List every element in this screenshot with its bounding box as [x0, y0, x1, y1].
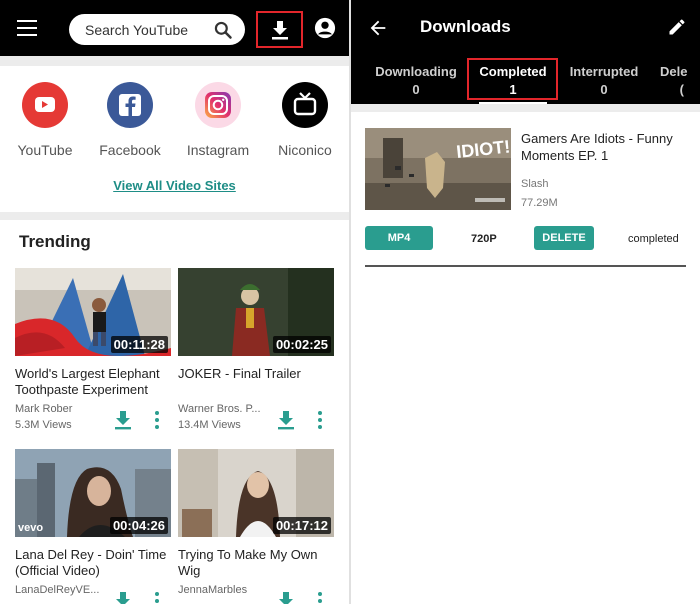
trending-heading: Trending — [19, 232, 91, 251]
video-views: 13.4M Views — [178, 419, 241, 431]
downloads-panel: Downloads Downloading 0 Completed 1 Inte… — [351, 0, 700, 604]
video-card: vevo 00:04:26 Lana Del Rey - Doin' Time … — [15, 449, 171, 604]
tab-deleted[interactable]: Dele ( — [660, 64, 700, 97]
video-card: 00:02:25 JOKER - Final Trailer Warner Br… — [178, 268, 334, 443]
video-duration: 00:11:28 — [110, 336, 168, 353]
video-thumbnail[interactable]: 00:17:12 — [178, 449, 334, 537]
download-icon[interactable] — [114, 410, 132, 430]
video-duration: 00:04:26 — [109, 517, 168, 534]
download-author: Slash — [521, 178, 549, 190]
video-channel: Mark Rober — [15, 403, 73, 415]
top-bar — [0, 0, 349, 56]
instagram-icon — [195, 82, 241, 128]
download-size: 77.29M — [521, 197, 558, 209]
video-channel: LanaDelReyVE... — [15, 584, 100, 596]
more-options-icon[interactable] — [317, 411, 323, 429]
separator — [0, 56, 349, 66]
tab-label: Downloading — [375, 64, 457, 79]
youtube-icon — [22, 82, 68, 128]
site-label: YouTube — [17, 142, 73, 158]
more-options-icon[interactable] — [154, 592, 160, 604]
tab-interrupted[interactable]: Interrupted 0 — [566, 64, 642, 97]
site-label: Instagram — [186, 142, 250, 158]
site-niconico[interactable]: Niconico — [260, 82, 349, 158]
menu-icon[interactable] — [17, 20, 37, 36]
format-button[interactable]: MP4 — [365, 226, 433, 250]
video-sites: YouTube Facebook Instagram Niconico View… — [0, 66, 349, 212]
progress-line — [365, 265, 686, 267]
delete-button[interactable]: DELETE — [534, 226, 594, 250]
download-thumbnail[interactable]: IDIOT! — [365, 128, 511, 210]
download-icon[interactable] — [114, 591, 132, 604]
video-card: 00:11:28 World's Largest Elephant Toothp… — [15, 268, 171, 443]
browser-panel: YouTube Facebook Instagram Niconico View… — [0, 0, 349, 604]
downloads-top-bar: Downloads — [351, 0, 700, 56]
download-button[interactable] — [256, 11, 303, 48]
tab-count: 0 — [412, 82, 420, 97]
site-label: Facebook — [99, 142, 161, 158]
tab-highlight-box — [467, 58, 558, 100]
video-title[interactable]: Trying To Make My Own Wig — [178, 547, 334, 579]
separator — [0, 212, 349, 220]
download-icon[interactable] — [277, 591, 295, 604]
tab-count: 0 — [600, 82, 608, 97]
search-input[interactable] — [85, 14, 209, 45]
download-icon[interactable] — [277, 410, 295, 430]
search-box[interactable] — [69, 14, 245, 45]
vevo-watermark: vevo — [18, 522, 44, 534]
video-channel: JennaMarbles — [178, 584, 248, 596]
more-options-icon[interactable] — [317, 592, 323, 604]
view-all-sites-link[interactable]: View All Video Sites — [0, 178, 349, 193]
search-icon[interactable] — [213, 20, 233, 40]
tab-label: Interrupted — [569, 64, 639, 79]
video-thumbnail[interactable]: vevo 00:04:26 — [15, 449, 171, 537]
back-arrow-icon[interactable] — [367, 17, 389, 39]
site-instagram[interactable]: Instagram — [173, 82, 263, 158]
site-youtube[interactable]: YouTube — [0, 82, 90, 158]
site-facebook[interactable]: Facebook — [85, 82, 175, 158]
page-title: Downloads — [420, 17, 511, 36]
edit-pencil-icon[interactable] — [667, 17, 687, 37]
video-card: 00:17:12 Trying To Make My Own Wig Jenna… — [178, 449, 334, 604]
download-status: completed — [628, 233, 679, 245]
video-title[interactable]: World's Largest Elephant Toothpaste Expe… — [15, 366, 171, 398]
download-tabs: Downloading 0 Completed 1 Interrupted 0 … — [351, 56, 700, 104]
tab-label: Dele — [660, 64, 688, 79]
video-thumbnail[interactable]: 00:02:25 — [178, 268, 334, 356]
facebook-icon — [107, 82, 153, 128]
video-thumbnail[interactable]: 00:11:28 — [15, 268, 171, 356]
download-icon — [272, 21, 288, 40]
niconico-icon — [282, 82, 328, 128]
more-options-icon[interactable] — [154, 411, 160, 429]
video-title[interactable]: Lana Del Rey - Doin' Time (Official Vide… — [15, 547, 171, 579]
download-title[interactable]: Gamers Are Idiots - Funny Moments EP. 1 — [521, 130, 691, 164]
resolution-label: 720P — [471, 233, 497, 245]
video-duration: 00:17:12 — [272, 517, 331, 534]
video-title[interactable]: JOKER - Final Trailer — [178, 366, 334, 398]
site-label: Niconico — [278, 142, 332, 158]
account-icon[interactable] — [314, 17, 336, 39]
separator — [351, 104, 700, 112]
tab-downloading[interactable]: Downloading 0 — [375, 64, 457, 97]
video-duration: 00:02:25 — [272, 336, 331, 353]
video-views: 5.3M Views — [15, 419, 72, 431]
tab-count: ( — [679, 82, 684, 97]
video-channel: Warner Bros. P... — [178, 403, 261, 415]
